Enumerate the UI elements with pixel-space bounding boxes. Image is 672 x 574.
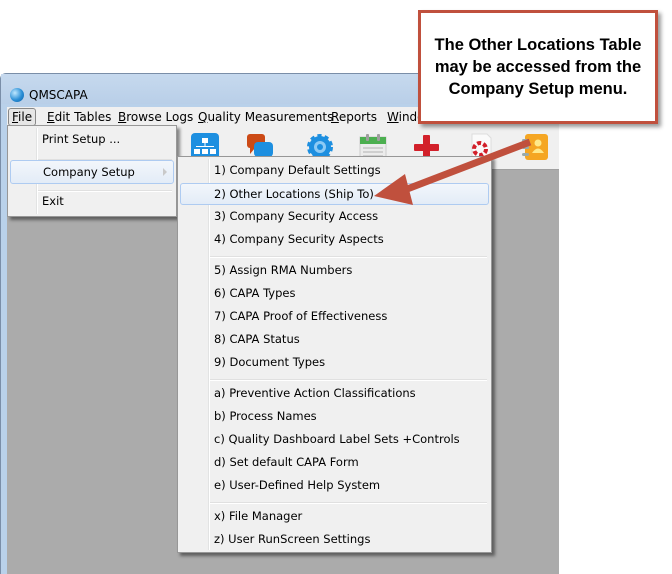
menu-item-company-security-access[interactable]: 3) Company Security Access xyxy=(180,206,489,227)
menu-item-print-setup[interactable]: Print Setup ... xyxy=(10,129,174,150)
menu-item-user-runscreen-settings[interactable]: z) User RunScreen Settings xyxy=(180,529,489,550)
annotation-callout: The Other Locations Table may be accesse… xyxy=(418,10,658,124)
menu-item-file-manager[interactable]: x) File Manager xyxy=(180,506,489,527)
menu-item-exit[interactable]: Exit xyxy=(10,191,174,212)
menu-browse-logs[interactable]: Browse Logs xyxy=(115,109,196,125)
menu-item-user-defined-help-system[interactable]: e) User-Defined Help System xyxy=(180,475,489,496)
menu-item-company-setup[interactable]: Company Setup xyxy=(10,160,174,184)
menu-item-capa-types[interactable]: 6) CAPA Types xyxy=(180,283,489,304)
submenu-arrow-icon xyxy=(163,168,167,176)
app-globe-icon xyxy=(10,88,24,102)
menu-item-document-types[interactable]: 9) Document Types xyxy=(180,352,489,373)
menu-item-company-security-aspects[interactable]: 4) Company Security Aspects xyxy=(180,229,489,250)
menu-item-quality-dashboard-label-sets[interactable]: c) Quality Dashboard Label Sets +Control… xyxy=(180,429,489,450)
menu-file[interactable]: File xyxy=(8,108,37,126)
menu-item-other-locations[interactable]: 2) Other Locations (Ship To) xyxy=(180,183,489,205)
menu-item-assign-rma-numbers[interactable]: 5) Assign RMA Numbers xyxy=(180,260,489,281)
menu-item-set-default-capa-form[interactable]: d) Set default CAPA Form xyxy=(180,452,489,473)
window-title: QMSCAPA xyxy=(29,88,88,102)
menu-item-company-default-settings[interactable]: 1) Company Default Settings xyxy=(180,160,489,181)
company-setup-submenu: 1) Company Default Settings 2) Other Loc… xyxy=(177,156,492,553)
menu-separator xyxy=(210,379,487,381)
menu-reports[interactable]: Reports xyxy=(328,109,380,125)
callout-text: The Other Locations Table may be accesse… xyxy=(434,36,642,98)
menu-item-process-names[interactable]: b) Process Names xyxy=(180,406,489,427)
menu-separator xyxy=(210,502,487,504)
menu-edit-tables[interactable]: Edit Tables xyxy=(44,109,114,125)
menu-item-preventive-action-classifications[interactable]: a) Preventive Action Classifications xyxy=(180,383,489,404)
file-menu: Print Setup ... Company Setup Exit xyxy=(7,125,177,217)
menu-item-capa-status[interactable]: 8) CAPA Status xyxy=(180,329,489,350)
menu-separator xyxy=(210,256,487,258)
menu-quality-measurements[interactable]: Quality Measurements xyxy=(195,109,336,125)
menu-item-capa-proof-of-effectiveness[interactable]: 7) CAPA Proof of Effectiveness xyxy=(180,306,489,327)
contacts-book-icon[interactable] xyxy=(520,132,550,162)
